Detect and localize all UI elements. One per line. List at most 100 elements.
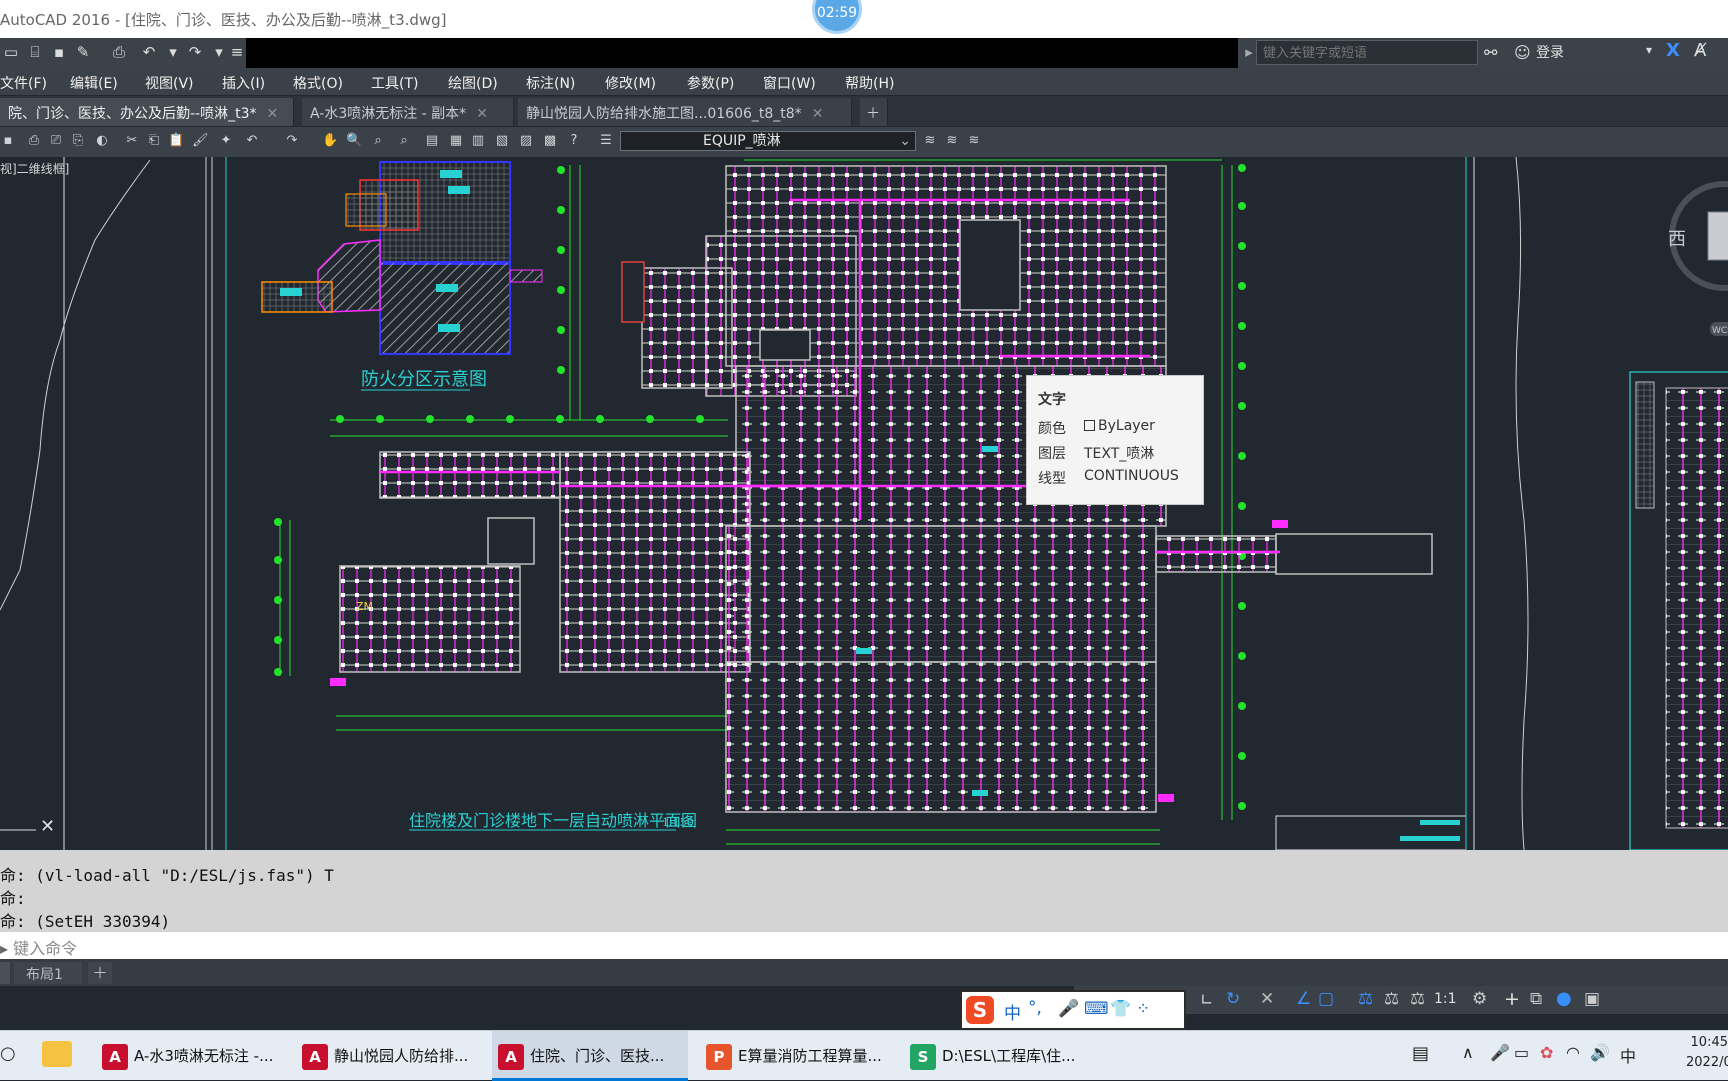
taskbar-item-active[interactable]: A 住院、门诊、医技... [492,1031,688,1081]
annotation-visibility-icon[interactable]: ⚖ [1358,989,1373,1009]
design-center-icon[interactable]: ▦ [448,133,464,149]
tool-palettes-icon[interactable]: ▥ [470,133,486,149]
wifi-icon[interactable]: ◠ [1566,1043,1580,1062]
volume-icon[interactable]: 🔊 [1590,1043,1610,1062]
menu-dimension[interactable]: 标注(N) [526,73,575,93]
block-editor-icon[interactable]: ✦ [218,133,234,149]
autodesk-a360-icon[interactable]: Ⱥ [1694,40,1706,61]
add-layout-button[interactable]: ＋ [88,962,112,984]
print-icon[interactable]: ⎙ [110,44,128,61]
ime-mode[interactable]: 中 [1004,999,1021,1024]
close-icon[interactable]: ✕ [267,106,279,122]
punctuation-icon[interactable]: °, [1028,998,1042,1018]
open-folder-icon[interactable]: ⌸ [26,44,44,61]
drawing-canvas[interactable]: ✕ 防火分区示意图 ZM 住院楼及门诊楼地下一层自动喷淋平面图 1:150 西 … [0,157,1728,850]
menu-format[interactable]: 格式(O) [293,73,343,93]
layer-dropdown[interactable]: EQUIP_喷淋 ⌄ [620,131,916,151]
menu-view[interactable]: 视图(V) [145,73,194,93]
menu-tools[interactable]: 工具(T) [371,73,418,93]
help-icon[interactable]: ? [566,133,582,149]
workspace-gear-icon[interactable]: ⚙ [1472,989,1487,1009]
ime-toolbar[interactable]: S 中 °, 🎤 ⌨ 👕 ⁘ [960,990,1186,1030]
new-tab-button[interactable]: ＋ [860,98,888,126]
quickcalc-icon[interactable]: ▩ [542,133,558,149]
make-object-layer-current-icon[interactable]: ≋ [922,133,938,149]
annotation-scale-icon[interactable]: ⚖ [1410,989,1425,1009]
battery-icon[interactable]: ▭ [1514,1043,1529,1062]
command-input[interactable]: ▸ 键入命令 [0,932,1728,959]
plot-icon[interactable]: ⎙ [26,133,42,149]
menu-parametric[interactable]: 参数(P) [687,73,734,93]
toolbox-icon[interactable]: ⁘ [1136,999,1150,1019]
redo-icon[interactable]: ↷ [284,133,300,149]
copy-icon[interactable]: ⎗ [146,133,162,149]
save-as-icon[interactable]: ✎ [74,44,92,61]
properties-icon[interactable]: ▤ [424,133,440,149]
paste-icon[interactable]: 📋 [168,133,184,149]
taskbar-item[interactable]: S D:\ESL\工程库\住... [904,1031,1094,1081]
markup-icon[interactable]: ▨ [518,133,534,149]
hardware-acceleration-icon[interactable]: ● [1556,988,1572,1009]
match-properties-icon[interactable]: 🖌 [192,133,209,149]
keyboard-icon[interactable]: ⌨ [1084,999,1109,1019]
layer-previous-icon[interactable]: ≋ [944,133,960,149]
doc-tab[interactable]: 静山悦园人防给排水施工图...01606_t8_t8* ✕ [518,98,852,126]
news-widget-icon[interactable]: ▤ [1412,1043,1429,1064]
menu-file[interactable]: 文件(F) [0,73,47,93]
layout-tab-model[interactable] [0,962,10,984]
plot-preview-icon[interactable]: ⎚ [48,133,64,149]
layout-tab-1[interactable]: 布局1 [14,962,82,984]
doc-tab-active[interactable]: 院、门诊、医技、办公及后勤--喷淋_t3* ✕ [0,98,294,126]
customize-qat-icon[interactable]: ≡ [228,44,246,61]
zoom-window-icon[interactable]: ⌕ [370,133,386,149]
auto-scale-icon[interactable]: ⚖ [1384,989,1399,1009]
polar-tracking-icon[interactable]: ↻ [1226,989,1240,1009]
sheet-set-icon[interactable]: ▧ [494,133,510,149]
taskbar-item[interactable]: P E算量消防工程算量... [700,1031,900,1081]
zoom-realtime-icon[interactable]: 🔍 [346,133,362,149]
object-snap-tracking-icon[interactable]: ∠ [1296,989,1311,1009]
layer-states-icon[interactable]: ≋ [966,133,982,149]
help-search-input[interactable] [1256,40,1478,65]
pan-icon[interactable]: ✋ [322,133,338,149]
redo-icon[interactable]: ↷ [186,44,204,61]
skin-icon[interactable]: 👕 [1110,999,1131,1019]
scale-dropdown[interactable]: 1:1 [1434,991,1457,1007]
zoom-previous-icon[interactable]: ⌕ [396,133,412,149]
menu-window[interactable]: 窗口(W) [763,73,816,93]
microphone-icon[interactable]: 🎤 [1058,999,1079,1019]
ortho-icon[interactable]: ∟ [1200,990,1213,1009]
save-icon[interactable]: ▪ [50,44,68,61]
clean-screen-icon[interactable]: ▣ [1584,989,1600,1009]
login-dropdown-icon[interactable]: ▾ [1646,43,1652,57]
user-icon[interactable]: ☺ [1514,43,1531,62]
ime-indicator[interactable]: 中 [1620,1043,1636,1067]
cut-icon[interactable]: ✂ [124,133,140,149]
taskbar-item[interactable]: A 静山悦园人防给排... [296,1031,486,1081]
microphone-icon[interactable]: 🎤 [1490,1043,1510,1062]
search-icon[interactable]: ○ [0,1043,16,1064]
menu-edit[interactable]: 编辑(E) [70,73,118,93]
close-icon[interactable]: ✕ [476,106,488,122]
file-explorer-icon[interactable] [42,1041,72,1067]
viewport-controls[interactable]: 视]二维线框] [0,160,69,177]
save-icon[interactable]: ▪ [0,133,16,149]
chevron-up-icon[interactable]: ∧ [1462,1043,1474,1062]
3d-print-icon[interactable]: ◐ [94,133,110,149]
isolate-objects-icon[interactable]: ⧉ [1530,989,1542,1009]
system-clock[interactable]: 10:45 2022/0 [1686,1033,1728,1073]
menu-modify[interactable]: 修改(M) [605,73,656,93]
menu-draw[interactable]: 绘图(D) [448,73,498,93]
undo-dropdown-icon[interactable]: ▾ [164,44,182,61]
redo-dropdown-icon[interactable]: ▾ [210,44,228,61]
undo-icon[interactable]: ↶ [140,44,158,61]
close-icon[interactable]: ✕ [812,106,824,122]
isodraft-icon[interactable]: ✕ [1260,989,1274,1009]
publish-icon[interactable]: ⎘ [70,133,86,149]
object-snap-icon[interactable]: ▢ [1318,989,1334,1009]
layer-properties-icon[interactable]: ☰ [598,133,614,149]
plus-icon[interactable]: + [1504,988,1520,1010]
new-file-icon[interactable]: ▭ [2,44,20,61]
taskbar-item[interactable]: A A-水3喷淋无标注 -... [96,1031,286,1081]
binoculars-icon[interactable]: ⚯ [1484,43,1497,62]
